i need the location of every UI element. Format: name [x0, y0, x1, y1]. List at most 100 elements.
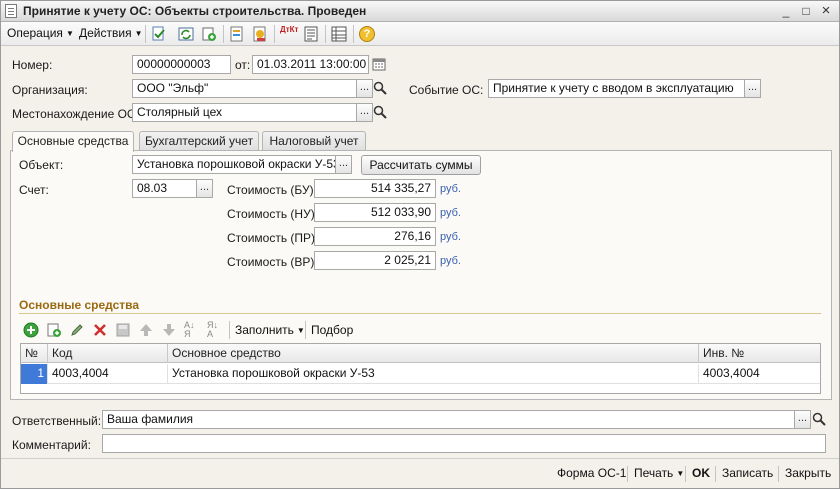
structure-icon[interactable] [229, 26, 245, 42]
calendar-icon[interactable] [372, 57, 386, 71]
close-button[interactable]: Закрыть [785, 466, 831, 480]
cost-bu-field[interactable]: 514 335,27 [314, 179, 436, 198]
edit-row-icon[interactable] [69, 322, 85, 338]
toolbar-separator [223, 25, 224, 43]
cost-bu-label: Стоимость (БУ): [227, 183, 317, 197]
date-label: от: [235, 58, 251, 72]
column-header-asset[interactable]: Основное средство [168, 344, 699, 363]
tab-tax[interactable]: Налоговый учет [262, 131, 366, 151]
copy-doc-icon[interactable] [201, 26, 217, 42]
dropdown-arrow-icon: ▼ [134, 29, 143, 38]
cost-vr-unit: руб. [440, 255, 461, 267]
sort-desc-icon[interactable]: Я↓ А [207, 321, 225, 339]
help-icon[interactable]: ? [359, 26, 375, 42]
end-edit-icon[interactable] [115, 322, 131, 338]
move-down-icon[interactable] [161, 322, 177, 338]
cost-pr-unit: руб. [440, 231, 461, 243]
cost-pr-label: Стоимость (ПР): [227, 231, 319, 245]
actions-menu-label: Действия [79, 26, 132, 40]
dt-kt-icon[interactable]: ДтКт [280, 26, 298, 42]
inventory-cell[interactable]: 4003,4004 [699, 364, 820, 384]
bottom-command-bar: Форма ОС-1 Печать ▼ OK Записать Закрыть [1, 458, 839, 488]
column-header-inventory[interactable]: Инв. № [699, 344, 820, 363]
cost-nu-label: Стоимость (НУ): [227, 207, 319, 221]
organization-select-button[interactable]: ... [356, 79, 373, 98]
form-os1-button[interactable]: Форма ОС-1 [557, 466, 626, 480]
post-icon[interactable] [151, 26, 167, 42]
cost-vr-field[interactable]: 2 025,21 [314, 251, 436, 270]
tab-accounting[interactable]: Бухгалтерский учет [139, 131, 259, 151]
copy-row-icon[interactable] [46, 322, 62, 338]
table-row[interactable]: 1 4003,4004 Установка порошковой окраски… [21, 364, 820, 384]
date-field[interactable]: 01.03.2011 13:00:00 [252, 55, 369, 74]
asset-cell[interactable]: Установка порошковой окраски У-53 [168, 364, 699, 384]
minimize-button[interactable]: _ [777, 3, 795, 19]
responsible-field[interactable]: Ваша фамилия [102, 410, 795, 429]
event-label: Событие ОС: [409, 83, 484, 97]
list-icon[interactable] [331, 26, 347, 42]
ok-button[interactable]: OK [692, 466, 710, 480]
toolbar-separator [627, 466, 628, 482]
operation-menu[interactable]: Операция ▼ [7, 26, 74, 40]
number-label: Номер: [12, 58, 53, 72]
save-button[interactable]: Записать [722, 466, 773, 480]
actions-menu[interactable]: Действия ▼ [79, 26, 143, 40]
close-window-button[interactable]: × [817, 3, 835, 19]
event-select-button[interactable]: ... [744, 79, 761, 98]
object-field[interactable]: Установка порошковой окраски У-53 [132, 155, 336, 174]
account-select-button[interactable]: ... [196, 179, 213, 198]
toolbar-separator [715, 466, 716, 482]
assets-section-title: Основные средства [19, 298, 140, 312]
row-number-cell[interactable]: 1 [21, 364, 48, 384]
location-field[interactable]: Столярный цех [132, 103, 357, 122]
search-icon[interactable] [812, 412, 826, 426]
document-window: Принятие к учету ОС: Объекты строительст… [0, 0, 840, 489]
toolbar-separator [145, 25, 146, 43]
object-select-button[interactable]: ... [335, 155, 352, 174]
comment-label: Комментарий: [12, 438, 91, 452]
comment-field[interactable] [102, 434, 826, 453]
movement-icon[interactable] [252, 26, 268, 42]
toolbar-separator [305, 321, 306, 339]
refresh-icon[interactable] [178, 26, 194, 42]
table-header: № Код Основное средство Инв. № [21, 344, 820, 363]
toolbar-separator [353, 25, 354, 43]
toolbar-separator [274, 25, 275, 43]
cost-nu-unit: руб. [440, 207, 461, 219]
tab-fixed-assets[interactable]: Основные средства [12, 131, 134, 152]
move-up-icon[interactable] [138, 322, 154, 338]
report-icon[interactable] [303, 26, 319, 42]
sort-asc-icon[interactable]: А↓ Я [184, 321, 202, 339]
number-field[interactable]: 00000000003 [132, 55, 231, 74]
document-icon [5, 4, 17, 18]
toolbar-separator [778, 466, 779, 482]
fill-menu-label: Заполнить [235, 323, 294, 337]
toolbar-separator [685, 466, 686, 482]
add-row-icon[interactable] [23, 322, 39, 338]
organization-field[interactable]: ООО "Эльф" [132, 79, 357, 98]
select-button[interactable]: Подбор [311, 323, 353, 337]
print-menu[interactable]: Печать ▼ [634, 466, 684, 480]
account-label: Счет: [19, 183, 49, 197]
column-header-number[interactable]: № [21, 344, 48, 363]
event-field[interactable]: Принятие к учету с вводом в эксплуатацию [488, 79, 745, 98]
toolbar-separator [229, 321, 230, 339]
search-icon[interactable] [373, 81, 387, 95]
maximize-button[interactable]: □ [797, 3, 815, 19]
organization-label: Организация: [12, 83, 88, 97]
delete-row-icon[interactable] [92, 322, 108, 338]
location-select-button[interactable]: ... [356, 103, 373, 122]
operation-menu-label: Операция [7, 26, 63, 40]
code-cell[interactable]: 4003,4004 [48, 364, 168, 384]
responsible-select-button[interactable]: ... [794, 410, 811, 429]
object-label: Объект: [19, 158, 64, 172]
search-icon[interactable] [373, 105, 387, 119]
column-header-code[interactable]: Код [48, 344, 168, 363]
location-label: Местонахождение ОС: [12, 107, 139, 121]
fill-menu[interactable]: Заполнить ▼ [235, 323, 305, 337]
assets-table: № Код Основное средство Инв. № 1 4003,40… [20, 343, 821, 394]
calculate-sums-button[interactable]: Рассчитать суммы [361, 155, 481, 175]
cost-pr-field[interactable]: 276,16 [314, 227, 436, 246]
cost-nu-field[interactable]: 512 033,90 [314, 203, 436, 222]
account-field[interactable]: 08.03 [132, 179, 197, 198]
